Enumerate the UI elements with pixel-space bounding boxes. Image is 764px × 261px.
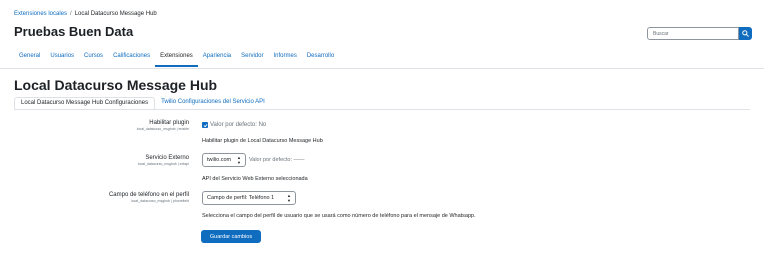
enable-checkbox-row: Valor por defecto: No: [202, 122, 266, 128]
select-arrows-icon: ▲ ▼: [237, 155, 241, 165]
phone-field-select-value: Campo de perfil: Teléfono 1: [207, 195, 275, 201]
setting-service-label-group: Servicio Externo local_datacurso_msghub …: [138, 155, 189, 166]
search-icon: [742, 30, 749, 37]
setting-enable-label: Habilitar plugin: [149, 120, 189, 126]
service-default-note: Valor por defecto: ——: [249, 157, 305, 163]
phone-description: Selecciona el campo del perfil de usuari…: [202, 213, 476, 219]
setting-phone-label-group: Campo de teléfono en el perfil local_dat…: [109, 192, 189, 203]
setting-phone-key: local_datacurso_msghub | phonefield: [131, 199, 189, 203]
nav-servidor[interactable]: Servidor: [236, 51, 268, 67]
nav-cursos[interactable]: Cursos: [79, 51, 108, 67]
nav-desarrollo[interactable]: Desarrollo: [302, 51, 339, 67]
save-button[interactable]: Guardar cambios: [201, 230, 261, 243]
enable-default-note: Valor por defecto: No: [210, 122, 267, 128]
service-description: API del Servicio Web Externo seleccionad…: [202, 176, 308, 182]
breadcrumb-link-local-extensions[interactable]: Extensiones locales: [14, 11, 67, 17]
nav-calificaciones[interactable]: Calificaciones: [108, 51, 155, 67]
enable-description: Habilitar plugin de Local Datacurso Mess…: [202, 138, 323, 144]
service-select[interactable]: twilio.com ▲ ▼: [202, 153, 246, 167]
breadcrumb: Extensiones locales / Local Datacurso Mess…: [14, 11, 157, 17]
setting-enable-label-group: Habilitar plugin local_datacurso_msghub …: [137, 120, 189, 131]
search-button[interactable]: [739, 27, 752, 40]
setting-service-label: Servicio Externo: [145, 155, 189, 161]
nav-informes[interactable]: Informes: [268, 51, 301, 67]
enable-checkbox[interactable]: [202, 122, 208, 128]
service-select-value: twilio.com: [207, 157, 232, 163]
setting-enable-key: local_datacurso_msghub | enable: [136, 127, 189, 131]
breadcrumb-current: Local Datacurso Message Hub: [74, 11, 157, 17]
page-heading: Local Datacurso Message Hub: [14, 77, 218, 93]
select-arrows-icon: ▲ ▼: [287, 193, 291, 203]
nav-apariencia[interactable]: Apariencia: [198, 51, 236, 67]
site-title: Pruebas Buen Data: [14, 24, 134, 39]
breadcrumb-separator: /: [70, 11, 72, 17]
search-input[interactable]: Buscar: [647, 27, 739, 40]
nav-general[interactable]: General: [14, 51, 45, 67]
tabs-divider: [14, 109, 750, 110]
setting-service-key: local_datacurso_msghub | extapi: [137, 162, 189, 166]
nav-usuarios[interactable]: Usuarios: [45, 51, 79, 67]
phone-field-select[interactable]: Campo de perfil: Teléfono 1 ▲ ▼: [202, 191, 296, 205]
nav-extensiones[interactable]: Extensiones: [155, 51, 198, 67]
checkmark-icon: [203, 123, 207, 127]
nav-divider: [0, 68, 764, 69]
setting-phone-label: Campo de teléfono en el perfil: [108, 192, 189, 198]
primary-nav: General Usuarios Cursos Calificaciones E…: [14, 51, 339, 67]
